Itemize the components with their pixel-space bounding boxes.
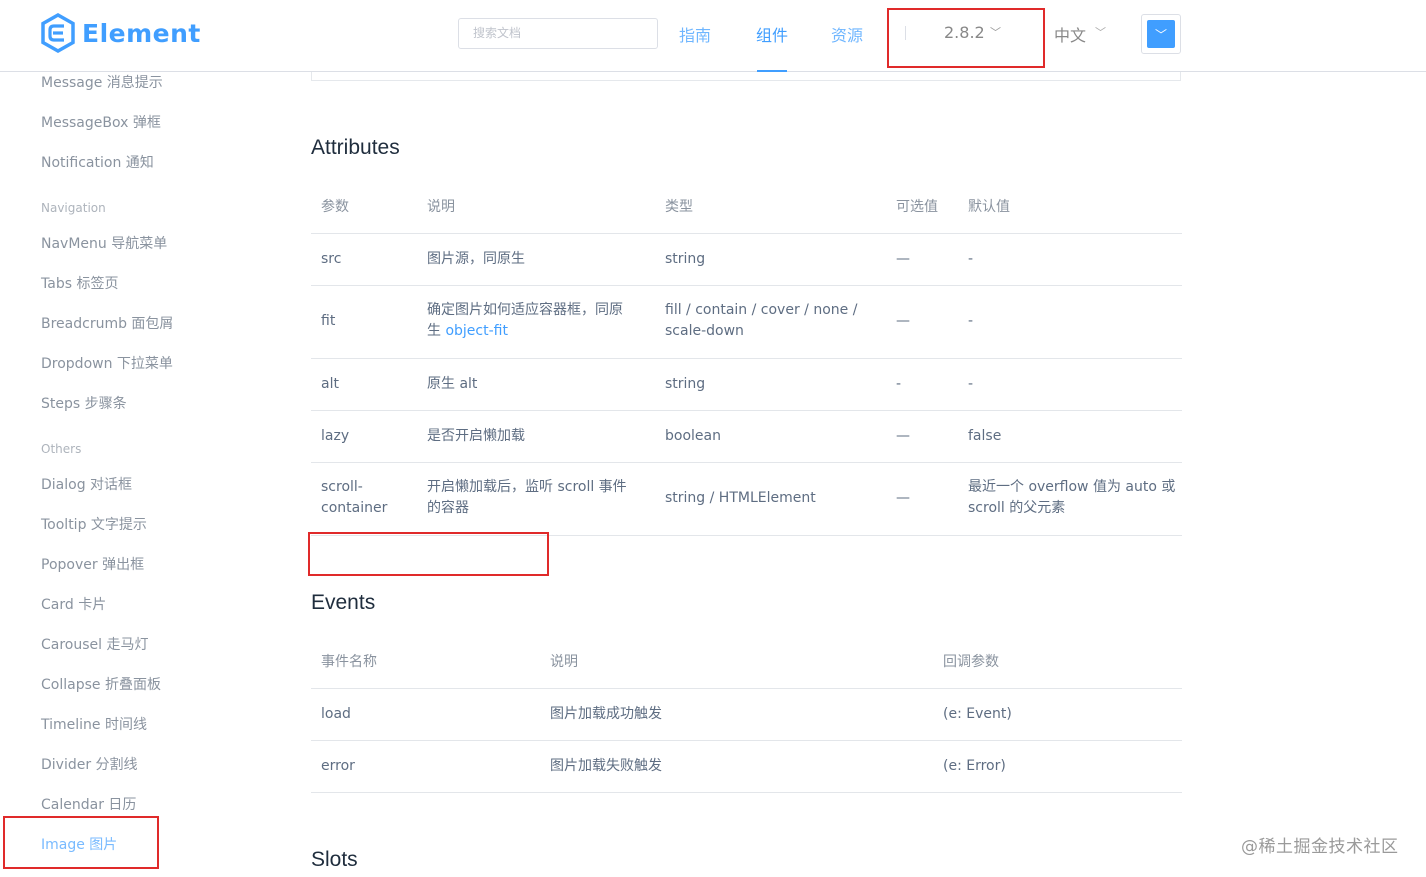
sidebar-item-tabs[interactable]: Tabs 标签页 bbox=[41, 273, 118, 293]
nav-divider bbox=[905, 26, 906, 40]
table-row: alt 原生 alt string - - bbox=[311, 359, 1182, 411]
cell-options: — bbox=[896, 251, 910, 267]
table-row: src 图片源，同原生 string — - bbox=[311, 234, 1182, 286]
sidebar-item-notification[interactable]: Notification 通知 bbox=[41, 152, 154, 172]
column-header: 可选值 bbox=[896, 199, 938, 215]
cell-default: false bbox=[968, 428, 1002, 444]
table-row: scroll- container 开启懒加载后，监听 scroll 事件 的容… bbox=[311, 463, 1182, 536]
cell-type: string bbox=[665, 251, 706, 267]
chevron-down-icon: ﹀ bbox=[1095, 26, 1106, 39]
highlight-box-image bbox=[3, 816, 159, 869]
cell-param-line1: scroll- bbox=[321, 479, 363, 495]
active-nav-indicator bbox=[757, 70, 787, 72]
cell-desc-line1: 确定图片如何适应容器框，同原 bbox=[427, 302, 623, 318]
sidebar-item-steps[interactable]: Steps 步骤条 bbox=[41, 393, 127, 413]
sidebar-item-calendar[interactable]: Calendar 日历 bbox=[41, 794, 136, 814]
cell-default-line1: 最近一个 overflow 值为 auto 或 bbox=[968, 479, 1176, 495]
table-row: lazy 是否开启懒加载 boolean — false bbox=[311, 411, 1182, 463]
sidebar-item-popover[interactable]: Popover 弹出框 bbox=[41, 554, 144, 574]
cell-type: string / HTMLElement bbox=[665, 490, 816, 506]
cell-param: fit bbox=[321, 313, 336, 329]
nav-component[interactable]: 组件 bbox=[756, 22, 788, 46]
cell-default: - bbox=[968, 251, 974, 267]
table-row: error 图片加载失败触发 (e: Error) bbox=[311, 741, 1182, 793]
logo-text: Element bbox=[82, 18, 201, 48]
table-header-row: 参数 说明 类型 可选值 默认值 bbox=[311, 181, 1182, 234]
sidebar-item-timeline[interactable]: Timeline 时间线 bbox=[41, 714, 147, 734]
cell-event-name: load bbox=[321, 706, 351, 722]
column-header: 说明 bbox=[550, 654, 578, 670]
cell-type-line2: scale-down bbox=[665, 323, 744, 339]
cell-desc-line2: 生 object-fit bbox=[427, 321, 508, 342]
table-row: load 图片加载成功触发 (e: Event) bbox=[311, 689, 1182, 741]
cell-desc-text: 生 bbox=[427, 323, 446, 339]
attributes-heading: Attributes bbox=[311, 136, 400, 159]
cell-param-line2: container bbox=[321, 500, 388, 516]
element-logo[interactable]: Element bbox=[40, 13, 201, 53]
column-header: 事件名称 bbox=[321, 654, 377, 670]
search-input[interactable]: 搜索文档 bbox=[458, 18, 658, 49]
slots-heading: Slots bbox=[311, 848, 358, 871]
cell-event-desc: 图片加载成功触发 bbox=[550, 706, 662, 722]
nav-guide[interactable]: 指南 bbox=[679, 22, 711, 46]
sidebar-item-card[interactable]: Card 卡片 bbox=[41, 594, 106, 614]
sidebar-item-message[interactable]: Message 消息提示 bbox=[41, 72, 163, 92]
cell-event-desc: 图片加载失败触发 bbox=[550, 758, 662, 774]
cell-param: src bbox=[321, 251, 342, 267]
language-select[interactable]: 中文 bbox=[1054, 22, 1086, 46]
sidebar-item-dialog[interactable]: Dialog 对话框 bbox=[41, 474, 132, 494]
chevron-down-icon: ﹀ bbox=[990, 26, 1001, 39]
cell-default-line2: scroll 的父元素 bbox=[968, 500, 1066, 516]
cell-desc: 是否开启懒加载 bbox=[427, 428, 525, 444]
cell-param: alt bbox=[321, 376, 339, 392]
sidebar-group-navigation: Navigation bbox=[41, 201, 106, 215]
sidebar-item-dropdown[interactable]: Dropdown 下拉菜单 bbox=[41, 353, 173, 373]
column-header: 回调参数 bbox=[943, 654, 999, 670]
sidebar-item-tooltip[interactable]: Tooltip 文字提示 bbox=[41, 514, 147, 534]
cell-event-args: (e: Event) bbox=[943, 706, 1012, 722]
watermark: @稀土掘金技术社区 bbox=[1241, 837, 1399, 857]
cell-desc: 原生 alt bbox=[427, 376, 478, 392]
demo-block-bottom bbox=[311, 72, 1181, 81]
sidebar-item-navmenu[interactable]: NavMenu 导航菜单 bbox=[41, 233, 167, 253]
column-header: 说明 bbox=[427, 199, 455, 215]
theme-picker-button[interactable]: ﹀ bbox=[1141, 14, 1181, 54]
column-header: 参数 bbox=[321, 199, 349, 215]
sidebar-item-divider[interactable]: Divider 分割线 bbox=[41, 754, 138, 774]
column-header: 默认值 bbox=[968, 199, 1010, 215]
column-header: 类型 bbox=[665, 199, 693, 215]
sidebar-item-messagebox[interactable]: MessageBox 弹框 bbox=[41, 112, 161, 132]
sidebar-item-collapse[interactable]: Collapse 折叠面板 bbox=[41, 674, 161, 694]
cell-type: boolean bbox=[665, 428, 721, 444]
element-logo-icon bbox=[41, 13, 75, 53]
sidebar-group-others: Others bbox=[41, 442, 82, 456]
table-header-row: 事件名称 说明 回调参数 bbox=[311, 636, 1182, 689]
cell-type: string bbox=[665, 376, 706, 392]
nav-resource[interactable]: 资源 bbox=[831, 22, 863, 46]
cell-event-args: (e: Error) bbox=[943, 758, 1006, 774]
table-row: fit 确定图片如何适应容器框，同原 生 object-fit fill / c… bbox=[311, 286, 1182, 359]
chevron-down-icon: ﹀ bbox=[1147, 20, 1175, 48]
version-select[interactable]: 2.8.2 bbox=[944, 23, 985, 42]
cell-desc: 图片源，同原生 bbox=[427, 251, 525, 267]
sidebar-item-carousel[interactable]: Carousel 走马灯 bbox=[41, 634, 149, 654]
cell-options: — bbox=[896, 428, 910, 444]
cell-event-name: error bbox=[321, 758, 355, 774]
cell-type-line1: fill / contain / cover / none / bbox=[665, 302, 858, 318]
cell-options: — bbox=[896, 490, 910, 506]
cell-options: — bbox=[896, 313, 910, 329]
highlight-box-empty bbox=[308, 532, 549, 576]
cell-desc-line2: 的容器 bbox=[427, 500, 469, 516]
cell-default: - bbox=[968, 313, 974, 329]
events-heading: Events bbox=[311, 591, 376, 614]
cell-options: - bbox=[896, 376, 902, 392]
cell-desc-line1: 开启懒加载后，监听 scroll 事件 bbox=[427, 479, 627, 495]
top-header: Element 搜索文档 指南 组件 资源 2.8.2 ﹀ 中文 ﹀ ﹀ bbox=[0, 0, 1426, 72]
sidebar-item-breadcrumb[interactable]: Breadcrumb 面包屑 bbox=[41, 313, 173, 333]
sidebar: Message 消息提示 MessageBox 弹框 Notification … bbox=[0, 72, 300, 877]
cell-default: - bbox=[968, 376, 974, 392]
object-fit-link[interactable]: object-fit bbox=[445, 323, 508, 339]
cell-param: lazy bbox=[321, 428, 350, 444]
